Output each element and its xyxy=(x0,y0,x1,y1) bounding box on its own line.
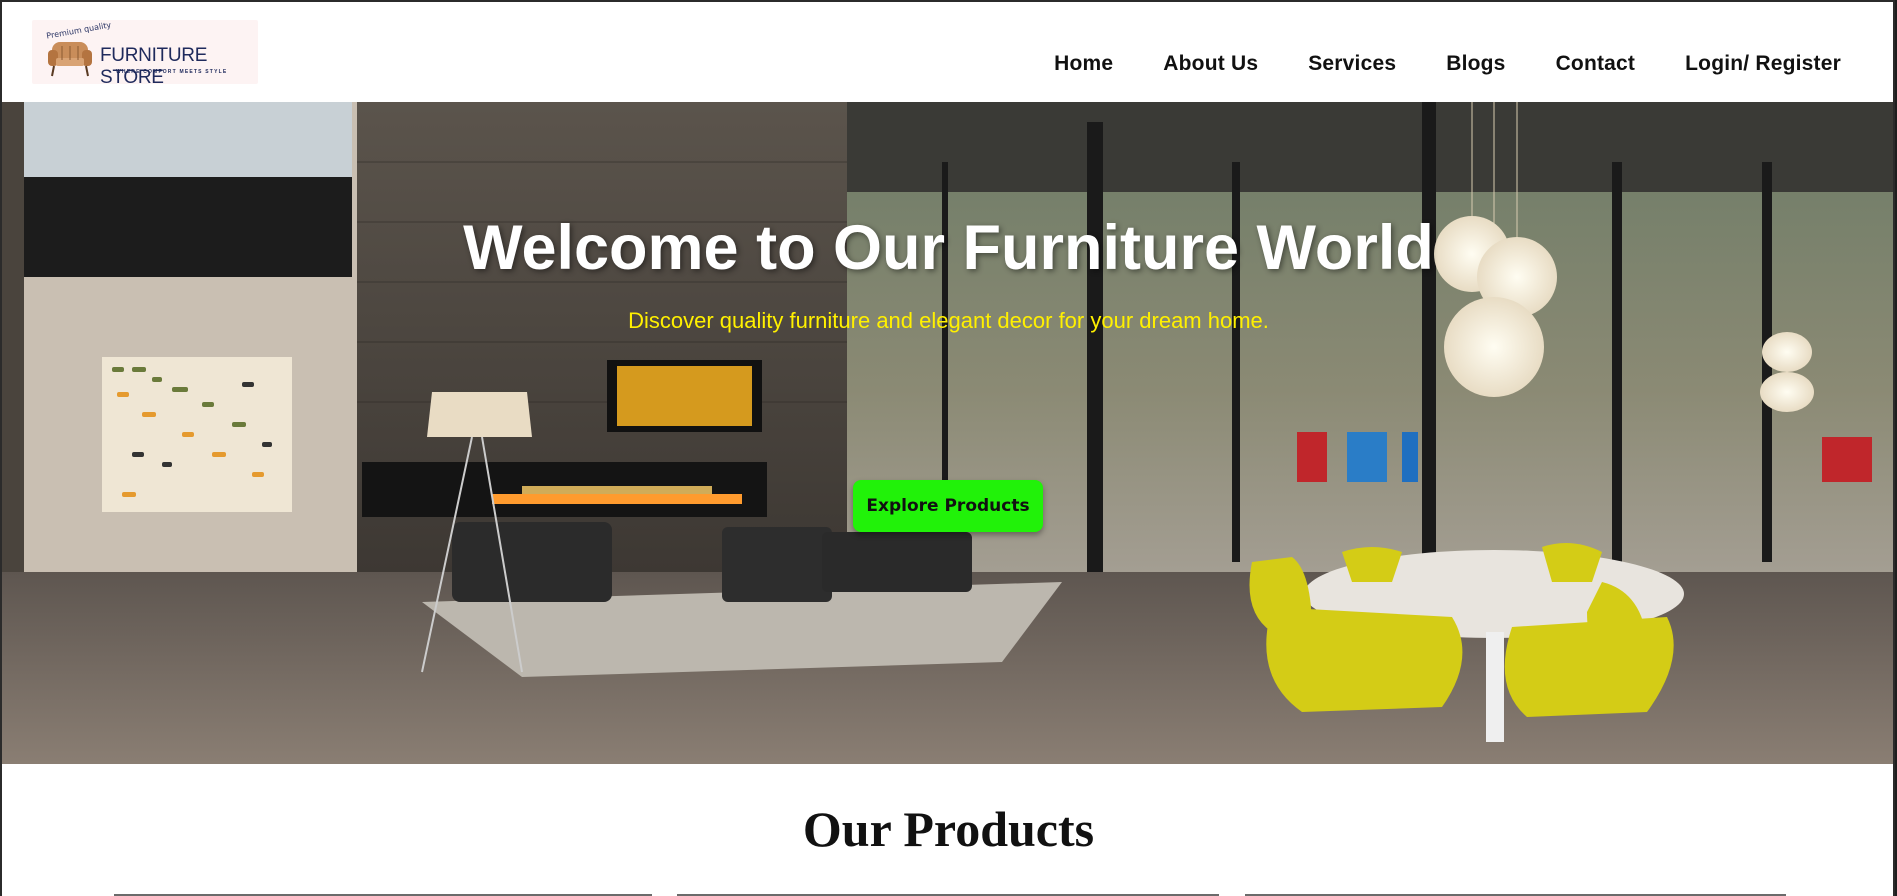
hero-title: Welcome to Our Furniture World xyxy=(463,213,1434,283)
logo-brand-name: FURNITURE STORE xyxy=(100,45,208,88)
products-section-title: Our Products xyxy=(802,801,1095,857)
explore-products-button[interactable]: Explore Products xyxy=(853,480,1043,532)
logo-slogan: WHERE COMFORT MEETS STYLE xyxy=(116,69,228,75)
nav-link-contact[interactable]: Contact xyxy=(1556,52,1636,76)
store-logo[interactable]: Premium quality FURNITURE STORE WHERE CO… xyxy=(32,20,258,88)
browser-page: Premium quality FURNITURE STORE WHERE CO… xyxy=(0,0,1895,896)
armchair-icon xyxy=(48,42,92,77)
hero-banner: Welcome to Our Furniture World Discover … xyxy=(2,102,1893,764)
site-header: Premium quality FURNITURE STORE WHERE CO… xyxy=(2,2,1893,102)
main-nav: Home About Us Services Blogs Contact Log… xyxy=(1054,52,1841,76)
nav-link-services[interactable]: Services xyxy=(1308,52,1396,76)
nav-link-about[interactable]: About Us xyxy=(1163,52,1258,76)
nav-link-home[interactable]: Home xyxy=(1054,52,1113,76)
hero-subtitle: Discover quality furniture and elegant d… xyxy=(628,308,1269,333)
nav-link-blogs[interactable]: Blogs xyxy=(1446,52,1505,76)
nav-link-login-register[interactable]: Login/ Register xyxy=(1685,52,1841,76)
hero-background-image xyxy=(2,102,1893,764)
